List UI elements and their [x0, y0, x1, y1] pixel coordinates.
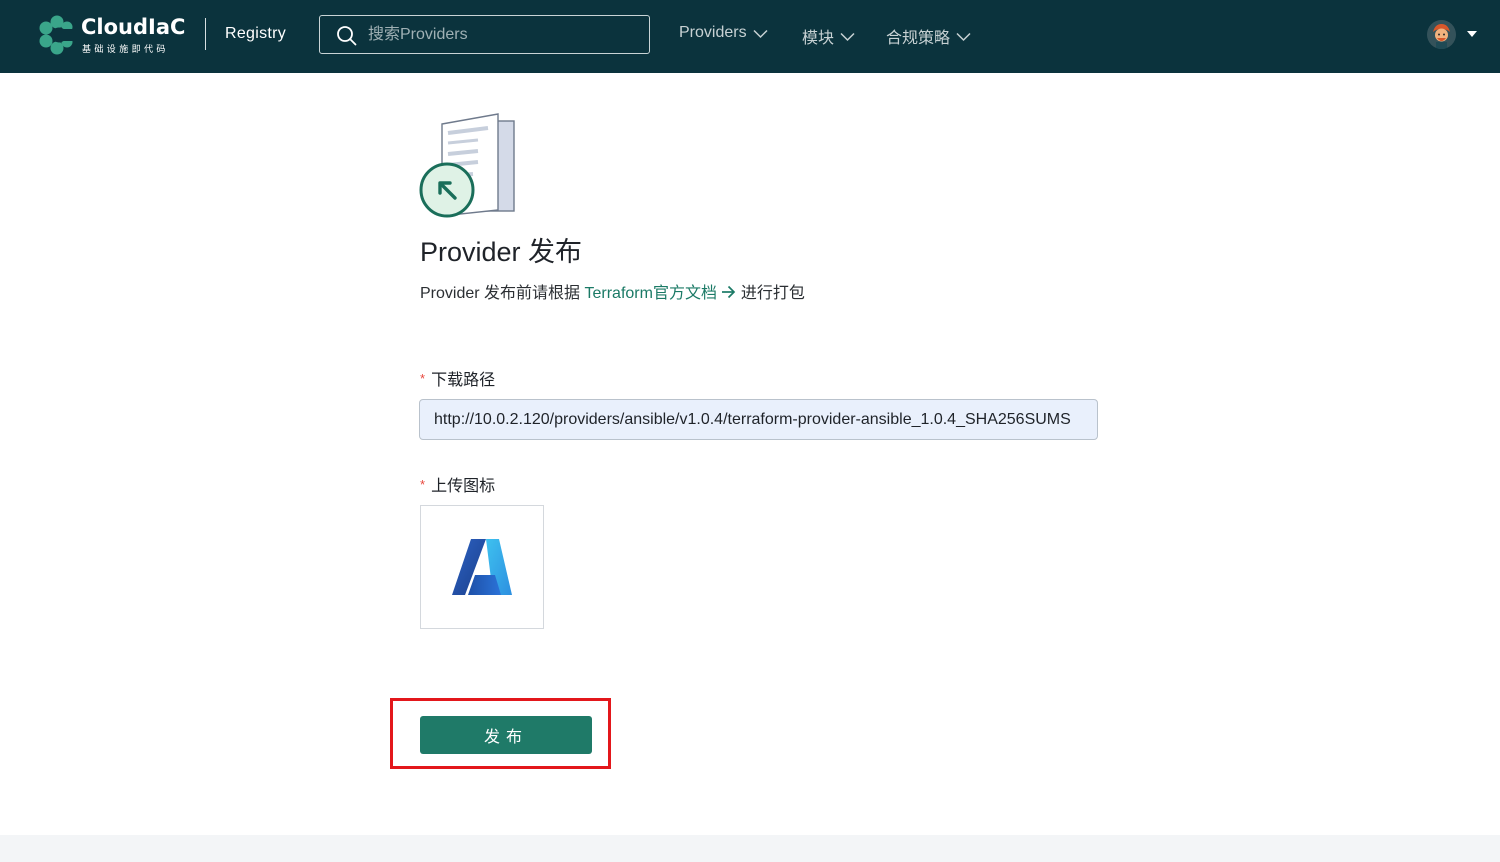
required-marker: * — [420, 371, 426, 386]
required-marker: * — [420, 477, 426, 492]
nav-compliance-label: 合规策略 — [886, 30, 951, 47]
footer-strip — [0, 835, 1500, 862]
header-divider — [205, 18, 206, 50]
page-title: Provider 发布 — [420, 237, 583, 267]
subtitle-prefix: Provider 发布前请根据 — [420, 285, 581, 302]
nav-modules[interactable]: 模块 — [802, 24, 855, 48]
arrow-right-icon — [722, 285, 736, 299]
cloudiac-logo-icon — [39, 15, 74, 55]
download-path-label-text: 下载路径 — [431, 372, 496, 389]
terraform-docs-link-label: Terraform官方文档 — [584, 285, 717, 302]
subtitle-suffix: 进行打包 — [740, 285, 805, 302]
download-path-input[interactable] — [419, 399, 1098, 440]
nav-modules-label: 模块 — [802, 30, 835, 47]
search-icon — [337, 26, 357, 46]
chevron-down-icon — [753, 29, 768, 38]
publish-document-illustration-icon — [419, 113, 515, 218]
azure-logo-icon — [452, 539, 512, 595]
registry-link[interactable]: Registry — [225, 25, 286, 43]
upload-icon-label: * 上传图标 — [420, 472, 495, 496]
nav-providers-label: Providers — [679, 24, 747, 41]
nav-providers[interactable]: Providers — [679, 24, 768, 42]
search-box — [319, 15, 650, 54]
cloudiac-logo[interactable]: CloudIaC 基础设施即代码 — [38, 15, 188, 57]
terraform-docs-link[interactable]: Terraform官方文档 — [584, 285, 736, 302]
logo-subtitle: 基础设施即代码 — [82, 44, 169, 54]
icon-upload-box[interactable] — [420, 505, 544, 629]
page-subtitle: Provider 发布前请根据 Terraform官方文档 进行打包 — [420, 279, 805, 303]
user-avatar[interactable] — [1427, 20, 1456, 49]
top-navigation-bar: CloudIaC 基础设施即代码 Registry Providers 模块 合… — [0, 0, 1500, 73]
upload-icon-label-text: 上传图标 — [431, 478, 496, 495]
nav-compliance-policies[interactable]: 合规策略 — [886, 24, 971, 48]
chevron-down-icon — [956, 32, 971, 41]
download-path-label: * 下载路径 — [420, 366, 495, 390]
avatar-icon — [1427, 20, 1456, 49]
publish-button[interactable]: 发布 — [420, 716, 592, 754]
logo-title: CloudIaC — [81, 15, 186, 39]
search-input[interactable] — [368, 16, 638, 53]
avatar-dropdown-caret-icon[interactable] — [1467, 31, 1477, 38]
chevron-down-icon — [840, 32, 855, 41]
